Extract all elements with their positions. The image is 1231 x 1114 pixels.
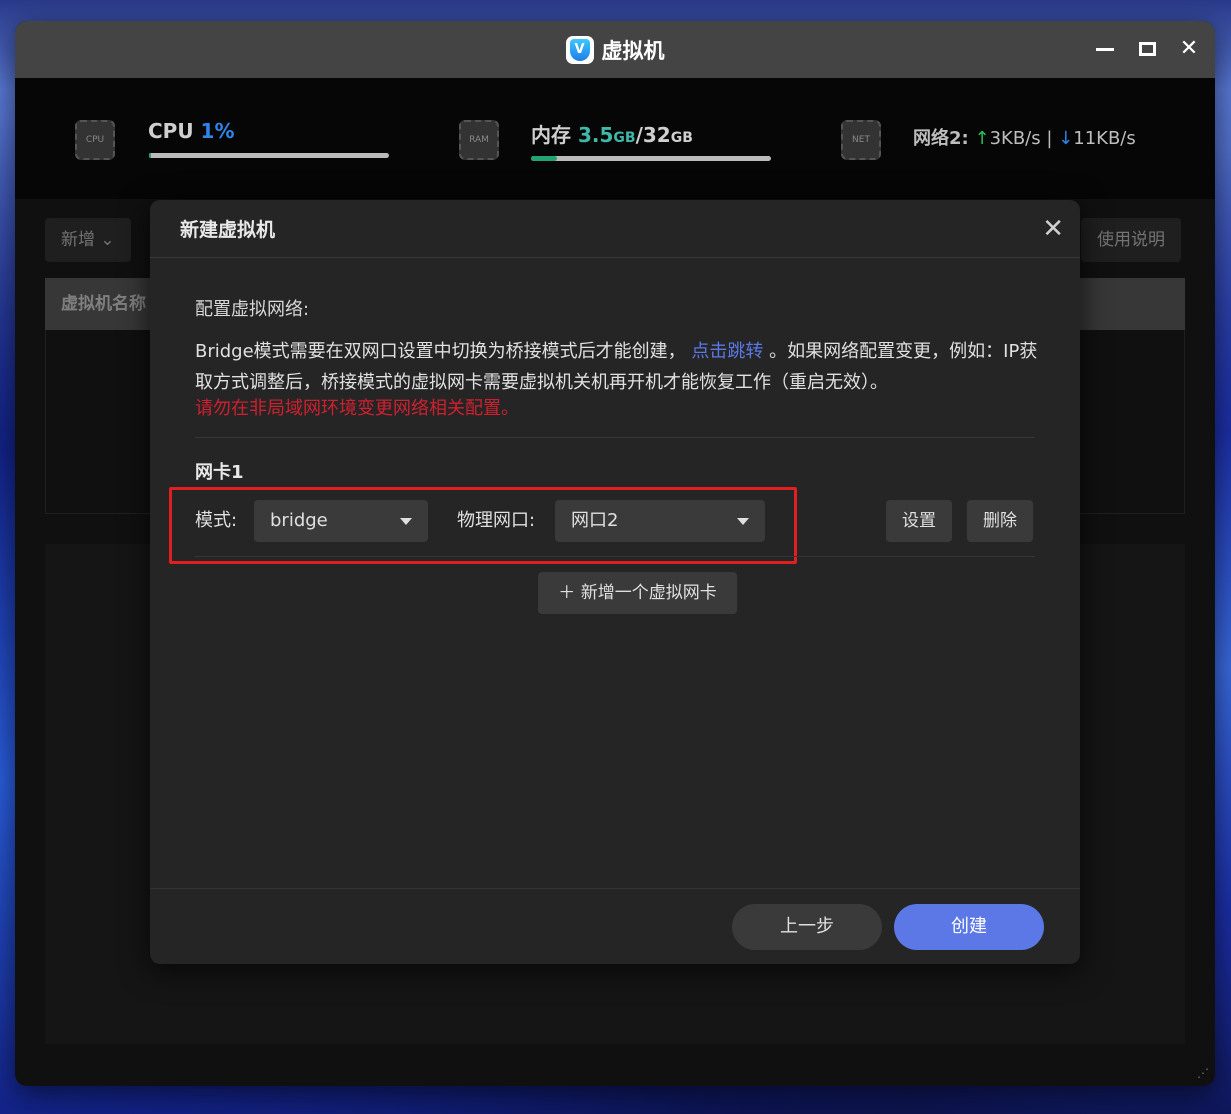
app-logo-letter: V [569, 38, 590, 61]
nic-delete-button[interactable]: 删除 [967, 500, 1033, 542]
dialog-close-icon[interactable]: ✕ [1042, 214, 1064, 244]
resource-stats: CPU CPU 1% RAM 内存 3.5GB/32GB NET 网络2: ↑3… [15, 78, 1215, 199]
cpu-label: CPU [148, 119, 194, 143]
nic-title: 网卡1 [195, 462, 244, 483]
resize-grip-icon[interactable]: ⋰ [1197, 1066, 1209, 1080]
upload-arrow-icon: ↑ [974, 128, 990, 149]
ram-progress-fill [531, 156, 558, 161]
window-controls: ✕ [1093, 35, 1201, 63]
window-title: 虚拟机 [601, 38, 665, 63]
net-label: 网络2: [913, 128, 969, 149]
jump-link[interactable]: 点击跳转 [691, 341, 763, 362]
dialog-header: 新建虚拟机 [150, 200, 1080, 258]
add-nic-button[interactable]: ＋ 新增一个虚拟网卡 [538, 572, 737, 614]
net-icon: NET [841, 120, 881, 160]
ram-used: 3.5 [577, 123, 614, 147]
net-upload: 3KB/s [989, 128, 1041, 149]
new-vm-dialog: 新建虚拟机 ✕ 配置虚拟网络: Bridge模式需要在双网口设置中切换为桥接模式… [150, 200, 1080, 964]
desc-part1: Bridge模式需要在双网口设置中切换为桥接模式后才能创建， [195, 341, 686, 362]
create-button[interactable]: 创建 [894, 904, 1044, 950]
maximize-button[interactable] [1135, 35, 1159, 63]
cpu-value: 1% [200, 119, 235, 143]
title-wrap: V 虚拟机 [565, 35, 665, 65]
cpu-chip-icon: CPU [75, 120, 115, 160]
cpu-stat: CPU 1% [148, 119, 235, 143]
divider [195, 437, 1035, 438]
net-download: 11KB/s [1073, 128, 1136, 149]
minimize-button[interactable] [1093, 35, 1117, 63]
minimize-icon [1096, 47, 1114, 51]
ram-chip-icon: RAM [459, 120, 499, 160]
close-window-button[interactable]: ✕ [1177, 35, 1201, 63]
ram-used-unit: GB [613, 130, 636, 146]
net-separator: | [1046, 128, 1053, 149]
app-logo-icon: V [565, 35, 594, 64]
dialog-title: 新建虚拟机 [180, 219, 276, 241]
cpu-progress-bar [149, 153, 389, 158]
highlight-box [169, 487, 797, 564]
row-divider [195, 556, 1035, 557]
maximize-icon [1138, 42, 1156, 56]
cpu-progress-fill [149, 153, 152, 158]
bridge-description: Bridge模式需要在双网口设置中切换为桥接模式后才能创建， 点击跳转 。如果网… [195, 336, 1045, 398]
download-arrow-icon: ↓ [1058, 128, 1074, 149]
ram-stat: 内存 3.5GB/32GB [531, 119, 693, 148]
title-bar: V 虚拟机 ✕ [15, 21, 1215, 78]
net-stat: 网络2: ↑3KB/s | ↓11KB/s [913, 124, 1136, 150]
ram-total: 32 [642, 123, 671, 147]
footer-divider [150, 888, 1080, 889]
ram-total-unit: GB [670, 130, 693, 146]
section-title: 配置虚拟网络: [195, 299, 310, 320]
ram-progress-bar [531, 156, 771, 161]
prev-step-button[interactable]: 上一步 [732, 904, 882, 950]
network-warning: 请勿在非局域网环境变更网络相关配置。 [195, 398, 519, 419]
ram-sep: / [635, 123, 643, 147]
ram-label: 内存 [531, 123, 571, 147]
nic-settings-button[interactable]: 设置 [886, 500, 952, 542]
